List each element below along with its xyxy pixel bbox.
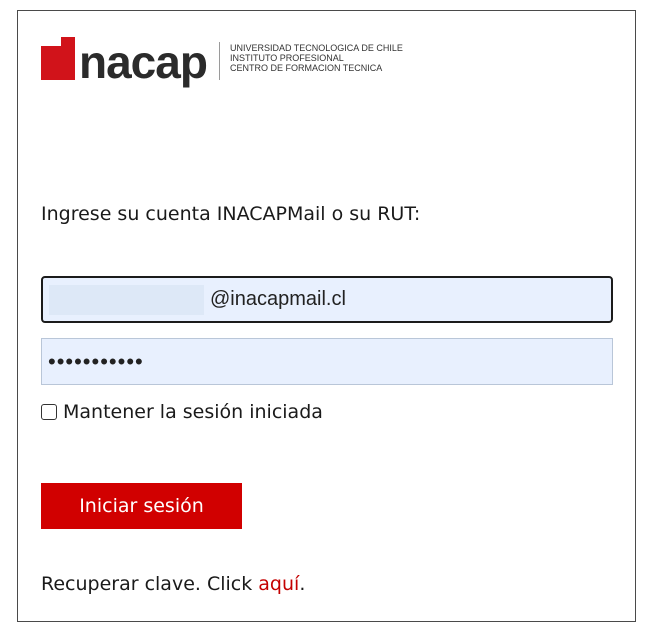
inacap-logo: nacap UNIVERSIDAD TECNOLOGICA DE CHILE I…	[41, 31, 403, 91]
login-button[interactable]: Iniciar sesión	[41, 483, 242, 529]
logo-divider	[218, 42, 220, 80]
recover-link[interactable]: aquí	[258, 573, 299, 595]
account-prompt: Ingrese su cuenta INACAPMail o su RUT:	[41, 203, 421, 225]
redacted-username	[49, 284, 204, 315]
inacap-logo-mark-icon	[41, 37, 75, 80]
login-panel: nacap UNIVERSIDAD TECNOLOGICA DE CHILE I…	[17, 10, 636, 622]
recover-text: Recuperar clave. Click	[41, 573, 259, 595]
logo-wordmark: nacap	[79, 36, 208, 88]
email-domain-text: @inacapmail.cl	[210, 288, 346, 310]
logo-subtitle-line: CENTRO DE FORMACION TECNICA	[229, 63, 383, 73]
remember-checkbox[interactable]	[41, 404, 57, 420]
logo-subtitle: UNIVERSIDAD TECNOLOGICA DE CHILE INSTITU…	[230, 43, 403, 73]
remember-session[interactable]: Mantener la sesión iniciada	[41, 401, 323, 423]
logo-subtitle-line: UNIVERSIDAD TECNOLOGICA DE CHILE	[229, 43, 403, 53]
email-field[interactable]: @inacapmail.cl	[41, 276, 613, 323]
password-field[interactable]: •••••••••••	[41, 338, 613, 385]
recover-password-text: Recuperar clave. Click aquí.	[41, 573, 305, 595]
recover-trailing: .	[299, 573, 306, 595]
logo-subtitle-line: INSTITUTO PROFESIONAL	[229, 53, 344, 63]
remember-label: Mantener la sesión iniciada	[63, 401, 323, 423]
